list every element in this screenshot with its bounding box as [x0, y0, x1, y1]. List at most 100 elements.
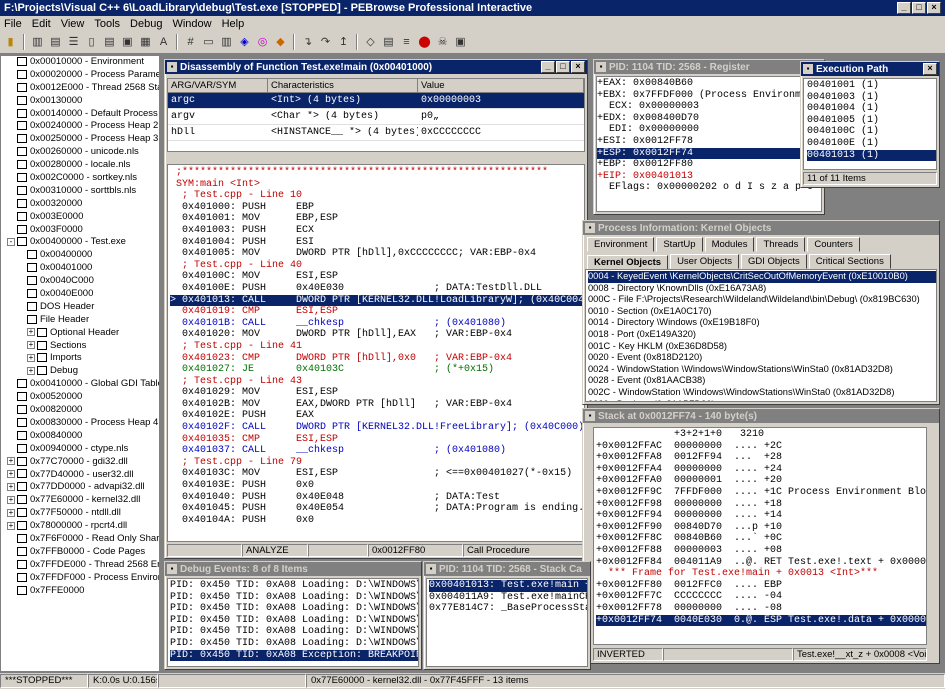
close-button[interactable]: ×	[923, 63, 937, 75]
stack-row[interactable]: +0x0012FF90 00840D70 ...p +10	[596, 522, 926, 534]
menu-help[interactable]: Help	[222, 18, 245, 30]
threads-icon[interactable]: ≡	[399, 35, 414, 50]
close-button[interactable]: ×	[571, 61, 585, 73]
register-row[interactable]: +EBX: 0x7FFDF000 (Process Environme	[597, 90, 821, 102]
tree-node[interactable]: - 0x00400000 - Test.exe	[1, 236, 159, 249]
tree-node[interactable]: 0x00400000	[1, 249, 159, 262]
disassembly-line[interactable]: 0x401005: MOV DWORD PTR [hDll],0xCCCCCCC…	[170, 248, 584, 260]
execution-path-item[interactable]: 00401013 (1)	[807, 149, 936, 162]
execution-path-item[interactable]: 0040100E (1)	[807, 138, 936, 150]
tree-node[interactable]: 0x0012E000 - Thread 2568 Sta	[1, 82, 159, 95]
debug-event-item[interactable]: PID: 0x450 TID: 0xA08 Loading: D:\WINDOW…	[170, 615, 418, 627]
debug-events-list[interactable]: PID: 0x450 TID: 0xA08 Loading: D:\WINDOW…	[167, 578, 419, 667]
disassembly-line[interactable]: 0x40100C: MOV ESI,ESP	[170, 271, 584, 283]
disassembly-line[interactable]: 0x40101B: CALL __chkesp ; (0x401080)	[170, 318, 584, 330]
stack-row[interactable]: +0x0012FF94 00000000 .... +14	[596, 510, 926, 522]
disassembly-line[interactable]: 0x401003: PUSH ECX	[170, 225, 584, 237]
window-menu-icon[interactable]: ▪	[585, 411, 595, 421]
tree-node[interactable]: 0x00940000 - ctype.nls	[1, 443, 159, 456]
debug-event-item[interactable]: PID: 0x450 TID: 0xA08 Loading: D:\WINDOW…	[170, 626, 418, 638]
variables-grid[interactable]: ARG/VAR/SYM Characteristics Value argc <I…	[167, 78, 585, 152]
network-icon[interactable]: ◎	[255, 35, 270, 50]
call-stack-frame[interactable]: 0x00401013: Test.exe!main +	[429, 580, 587, 592]
stack-row[interactable]: +0x0012FFA8 0012FF94 ... +28	[596, 452, 926, 464]
tree-node[interactable]: 0x00020000 - Process Paramet	[1, 69, 159, 82]
kernel-object-item[interactable]: 0030 - Desktop (0x81AB7D20)	[588, 399, 936, 401]
execution-path-list[interactable]: 00401001 (1) 00401003 (1) 00401004 (1) 0040…	[803, 78, 937, 170]
stack-row[interactable]: +0x0012FF74 0040E030 0.@. ESP Test.exe!.…	[596, 614, 926, 627]
register-row[interactable]: EDI: 0x00000000	[597, 124, 821, 136]
disassembly-line[interactable]: 0x401020: MOV DWORD PTR [hDll],EAX ; VAR…	[170, 329, 584, 341]
expand-icon[interactable]: +	[27, 353, 35, 362]
tree-node[interactable]: 0x00010000 - Environment	[1, 56, 159, 69]
stack-row[interactable]: +0x0012FF78 00000000 .... -08	[596, 603, 926, 615]
stack-row[interactable]: +0x0012FF7C CCCCCCCC .... -04	[596, 591, 926, 603]
list-icon[interactable]: ☰	[66, 35, 81, 50]
menu-debug[interactable]: Debug	[130, 18, 162, 30]
tree-node[interactable]: +0x78000000 - rpcrt4.dll	[1, 520, 159, 533]
register-row[interactable]: +EIP: 0x00401013	[597, 171, 821, 183]
stack-row[interactable]: +0x0012FF9C 7FFDF000 .... +1C Process En…	[596, 487, 926, 499]
cpu-icon[interactable]: ◈	[237, 35, 252, 50]
register-caption[interactable]: ▪ PID: 1104 TID: 2568 - Register	[594, 60, 824, 74]
disassembly-line[interactable]: 0x40102E: PUSH EAX	[170, 410, 584, 422]
variable-row[interactable]: hDll <HINSTANCE__ *> (4 bytes) 0xCCCCCCCC	[168, 125, 584, 141]
tree-node[interactable]: + Imports	[1, 352, 159, 365]
menu-view[interactable]: View	[61, 18, 85, 30]
properties-icon[interactable]: ▤	[48, 35, 63, 50]
tree-node[interactable]: +0x77D40000 - user32.dll	[1, 469, 159, 482]
call-stack-list[interactable]: 0x00401013: Test.exe!main +0x004011A9: T…	[426, 578, 588, 667]
disassembly-line[interactable]: 0x401027: JE 0x40103C ; (*+0x15)	[170, 364, 584, 376]
disassembly-line[interactable]: 0x401004: PUSH ESI	[170, 237, 584, 249]
font-icon[interactable]: A	[156, 35, 171, 50]
expand-icon[interactable]: +	[7, 521, 15, 530]
tree-node[interactable]: 0x00320000	[1, 198, 159, 211]
stack-row[interactable]: +0x0012FF8C 00840B60 ...` +0C	[596, 533, 926, 545]
tree-node[interactable]: 0x00310000 - sorttbls.nls	[1, 185, 159, 198]
tab-user-objects[interactable]: User Objects	[670, 254, 739, 269]
call-stack-frame[interactable]: 0x77E814C7: _BaseProcessStart	[429, 603, 587, 615]
window-menu-icon[interactable]: ▪	[426, 564, 436, 574]
tree-node[interactable]: 0x002C0000 - sortkey.nls	[1, 172, 159, 185]
kernel-object-item[interactable]: 0028 - Event (0x81AACB38)	[588, 375, 936, 387]
memory-tree[interactable]: 0x00010000 - Environment 0x00020000 - Pro…	[0, 55, 160, 672]
maximize-button[interactable]: □	[912, 2, 926, 14]
execution-path-item[interactable]: 0040100C (1)	[807, 126, 936, 138]
register-row[interactable]: +EAX: 0x00840B60	[597, 78, 821, 90]
menu-edit[interactable]: Edit	[32, 18, 51, 30]
minimize-button[interactable]: _	[897, 2, 911, 14]
tab-modules[interactable]: Modules	[704, 237, 755, 252]
register-row[interactable]: EFlags: 0x00000202 o d I s z a p c	[597, 182, 821, 194]
registers-icon[interactable]: ▤	[381, 35, 396, 50]
stack-row[interactable]: +0x0012FFA4 00000000 .... +24	[596, 464, 926, 476]
tree-node[interactable]: 0x00840000	[1, 430, 159, 443]
tree-node[interactable]: 0x003F0000	[1, 224, 159, 237]
tree-node[interactable]: 0x7FFDF000 - Process Environ	[1, 572, 159, 585]
disassembly-line[interactable]: 0x401000: PUSH EBP	[170, 202, 584, 214]
disassembly-caption[interactable]: ▪ Disassembly of Function Test.exe!main …	[165, 60, 587, 74]
step-into-icon[interactable]: ↴	[300, 35, 315, 50]
tab-gdi-objects[interactable]: GDI Objects	[740, 254, 807, 269]
process-info-caption[interactable]: ▪ Process Information: Kernel Objects	[583, 221, 939, 235]
debug-event-item[interactable]: PID: 0x450 TID: 0xA08 Exception: BREAKPO…	[170, 649, 418, 662]
collapse-icon[interactable]: -	[7, 237, 15, 246]
register-row[interactable]: +EDX: 0x008400D70	[597, 113, 821, 125]
grid-icon[interactable]: ▦	[138, 35, 153, 50]
tree-node[interactable]: 0x7FFE0000	[1, 585, 159, 598]
open-file-icon[interactable]: ▮	[3, 35, 18, 50]
image-icon[interactable]: ▣	[120, 35, 135, 50]
disassembly-line[interactable]: ; Test.cpp - Line 41	[170, 341, 584, 353]
column-header[interactable]: ARG/VAR/SYM	[168, 79, 268, 92]
memory-icon[interactable]: ▥	[219, 35, 234, 50]
register-row[interactable]: +ESP: 0x0012FF74	[597, 147, 821, 160]
debug-event-item[interactable]: PID: 0x450 TID: 0xA08 Loading: D:\WINDOW…	[170, 580, 418, 592]
tree-node[interactable]: 0x00140000 - Default Process I	[1, 108, 159, 121]
kernel-object-item[interactable]: 0014 - Directory \Windows (0xE19B18F0)	[588, 317, 936, 329]
tree-node[interactable]: 0x00401000	[1, 262, 159, 275]
window-menu-icon[interactable]: ▪	[803, 64, 813, 74]
disassembly-line[interactable]: 0x40102F: CALL DWORD PTR [KERNEL32.DLL!F…	[170, 422, 584, 434]
tree-node[interactable]: File Header	[1, 314, 159, 327]
stack-row[interactable]: *** Frame for Test.exe!main + 0x0013 <In…	[596, 568, 926, 580]
tree-node[interactable]: 0x7F6F0000 - Read Only Share	[1, 533, 159, 546]
kernel-object-item[interactable]: 001C - Key HKLM (0xE36D8D58)	[588, 341, 936, 353]
